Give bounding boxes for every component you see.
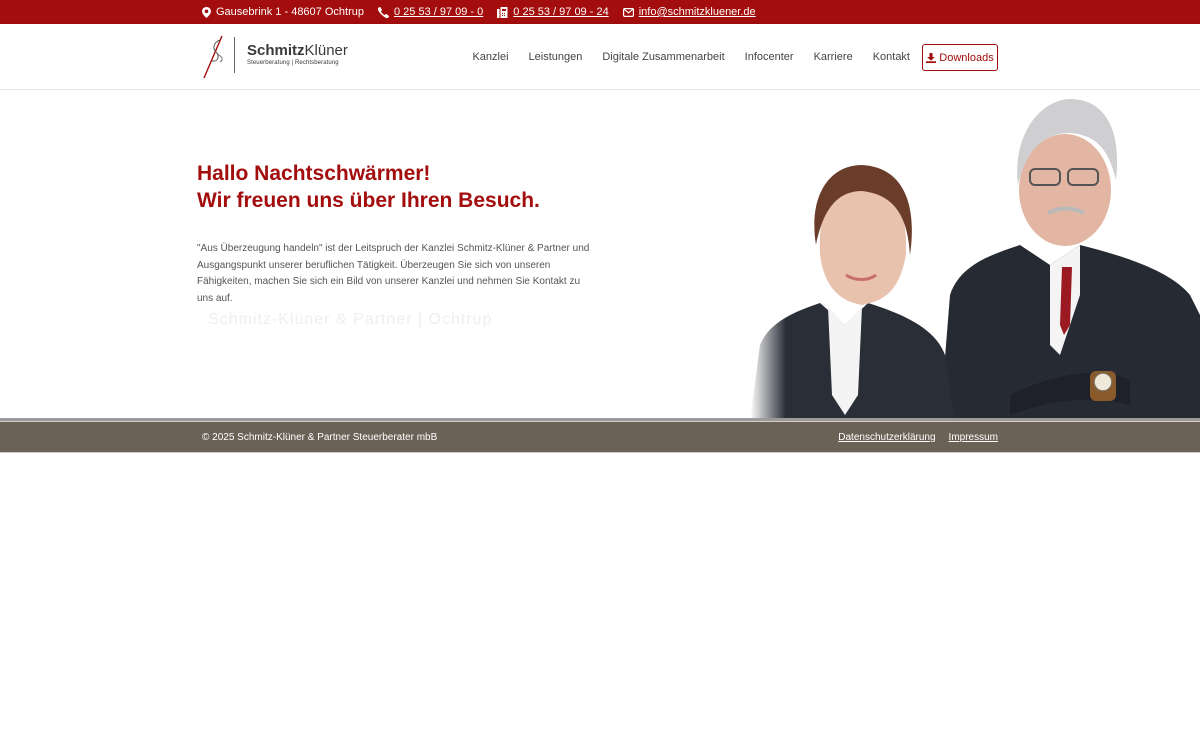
hero-partners-photo [750, 95, 1200, 420]
nav-item-kontakt[interactable]: Kontakt [873, 51, 910, 63]
logo-wordmark: SchmitzKlüner [247, 42, 348, 59]
nav-item-karriere[interactable]: Karriere [814, 51, 853, 63]
nav-item-leistungen[interactable]: Leistungen [529, 51, 583, 63]
address-item: Gausebrink 1 - 48607 Ochtrup [202, 6, 364, 18]
site-footer: © 2025 Schmitz-Klüner & Partner Steuerbe… [0, 421, 1200, 453]
download-icon [926, 52, 937, 63]
nav-item-kanzlei[interactable]: Kanzlei [472, 51, 508, 63]
logo[interactable]: SchmitzKlüner Steuerberatung | Rechtsber… [202, 34, 348, 80]
phone-item: 0 25 53 / 97 09 - 0 [377, 6, 483, 18]
hero-title-line-2: Wir freuen uns über Ihren Besuch. [197, 189, 540, 212]
hero-title-line-1: Hallo Nachtschwärmer! [197, 162, 431, 185]
logo-name-bold: Schmitz [247, 42, 305, 59]
address-text: Gausebrink 1 - 48607 Ochtrup [216, 6, 364, 18]
phone-icon [377, 6, 389, 18]
logo-divider [234, 37, 235, 73]
phone-link[interactable]: 0 25 53 / 97 09 - 0 [394, 6, 483, 18]
email-item: info@schmitzkluener.de [622, 6, 756, 18]
footer-links: Datenschutzerklärung Impressum [825, 432, 998, 443]
fax-icon [497, 6, 508, 18]
logo-subtitle: Steuerberatung | Rechtsberatung [247, 60, 339, 66]
footer-link-datenschutz[interactable]: Datenschutzerklärung [838, 432, 935, 443]
hero-intro-text: "Aus Überzeugung handeln" ist der Leitsp… [197, 243, 590, 304]
footer-link-impressum[interactable]: Impressum [949, 432, 998, 443]
contact-info: Gausebrink 1 - 48607 Ochtrup 0 25 53 / 9… [202, 0, 770, 24]
downloads-label: Downloads [939, 51, 994, 64]
main-nav: Kanzlei Leistungen Digitale Zusammenarbe… [452, 51, 910, 63]
footer-copyright: © 2025 Schmitz-Klüner & Partner Steuerbe… [202, 432, 438, 443]
fax-item: 0 25 53 / 97 09 - 24 [497, 6, 609, 18]
fax-link[interactable]: 0 25 53 / 97 09 - 24 [513, 6, 608, 18]
nav-item-digitale-zusammenarbeit[interactable]: Digitale Zusammenarbeit [602, 51, 724, 63]
hero-section: Hallo Nachtschwärmer! Wir freuen uns übe… [0, 90, 1200, 420]
email-link[interactable]: info@schmitzkluener.de [639, 6, 756, 18]
site-header: SchmitzKlüner Steuerberatung | Rechtsber… [0, 24, 1200, 90]
downloads-button[interactable]: Downloads [922, 44, 998, 71]
map-marker-icon [202, 6, 211, 18]
hero-watermark: Schmitz-Klüner & Partner | Ochtrup [208, 311, 493, 328]
top-contact-bar: Gausebrink 1 - 48607 Ochtrup 0 25 53 / 9… [0, 0, 1200, 24]
logo-signet-icon [203, 35, 223, 79]
nav-item-infocenter[interactable]: Infocenter [745, 51, 794, 63]
envelope-icon [622, 7, 634, 17]
logo-name-rest: Klüner [304, 42, 348, 59]
hero-title: Hallo Nachtschwärmer! Wir freuen uns übe… [197, 160, 540, 214]
